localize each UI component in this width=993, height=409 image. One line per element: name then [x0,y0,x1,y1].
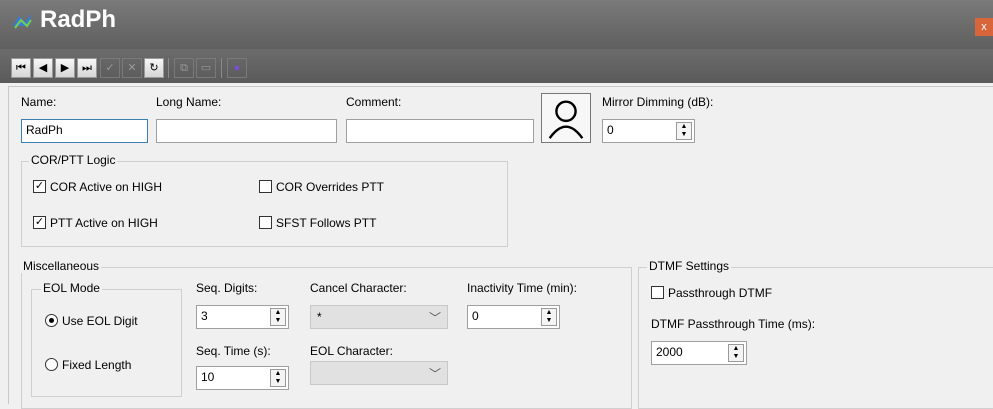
spinner-arrows-icon[interactable]: ▲ ▼ [270,369,286,387]
first-record-button[interactable]: ⏮ [11,58,31,78]
use-eol-digit-label: Use EOL Digit [62,314,138,328]
copy-button[interactable]: ⧉ [174,58,194,78]
prev-record-button[interactable]: ◀ [33,58,53,78]
cancel-edit-button[interactable]: ✕ [122,58,142,78]
close-button[interactable]: x [975,18,993,36]
spinner-arrows-icon[interactable]: ▲ ▼ [270,308,286,326]
comment-label: Comment: [346,95,402,109]
name-input[interactable]: RadPh [21,119,148,143]
check-icon: ✓ [105,62,115,74]
last-record-button[interactable]: ⏭ [77,58,97,78]
spinner-arrows-icon[interactable]: ▲ ▼ [676,122,692,140]
next-record-icon: ▶ [60,62,70,74]
cor-active-high-label: COR Active on HIGH [50,180,163,194]
paste-icon: ▭ [200,62,212,74]
dtmf-passthrough-time-label: DTMF Passthrough Time (ms): [651,317,816,331]
cancel-char-value: * [317,310,322,324]
inactivity-time-value: 0 [472,309,479,323]
passthrough-dtmf-checkbox[interactable] [651,286,664,299]
seq-time-value: 10 [201,370,215,384]
misc-group-title: Miscellaneous [21,259,102,273]
cor-ptt-group [21,161,508,247]
passthrough-dtmf-label: Passthrough DTMF [668,286,773,300]
avatar[interactable] [541,93,591,143]
toolbar-separator [168,58,169,78]
spinner-arrows-icon[interactable]: ▲ ▼ [541,308,557,326]
cor-overrides-ptt-label: COR Overrides PTT [276,180,385,194]
use-eol-digit-radio[interactable] [45,314,58,327]
ptt-active-high-label: PTT Active on HIGH [50,216,158,230]
dtmf-passthrough-time-stepper[interactable]: 2000 ▲ ▼ [651,341,747,365]
eol-char-label: EOL Character: [310,344,393,358]
accept-button[interactable]: ✓ [100,58,120,78]
cor-ptt-group-title: COR/PTT Logic [29,153,118,167]
app-logo-icon [13,14,32,29]
dtmf-group-title: DTMF Settings [647,259,732,273]
long-name-label: Long Name: [156,95,222,109]
window-title: RadPh [40,6,117,33]
cor-overrides-ptt-checkbox[interactable] [259,180,272,193]
prev-record-icon: ◀ [38,62,48,74]
cor-active-high-checkbox[interactable]: ✓ [33,180,46,193]
seq-digits-stepper[interactable]: 3 ▲ ▼ [196,305,289,329]
mirror-dimming-value: 0 [607,123,614,137]
seq-time-label: Seq. Time (s): [196,344,271,358]
eol-mode-group-title: EOL Mode [41,281,102,295]
seq-digits-value: 3 [201,309,208,323]
copy-icon: ⧉ [180,62,188,74]
chevron-down-icon: ﹀ [428,367,441,381]
inactivity-time-stepper[interactable]: 0 ▲ ▼ [467,305,560,329]
long-name-input[interactable] [156,119,337,143]
paste-button[interactable]: ▭ [196,58,216,78]
refresh-button[interactable]: ↻ [144,58,164,78]
globe-button[interactable]: ● [227,58,247,78]
seq-digits-label: Seq. Digits: [196,281,258,295]
comment-input[interactable] [346,119,534,143]
ptt-active-high-checkbox[interactable]: ✓ [33,216,46,229]
refresh-icon: ↻ [149,62,159,74]
chevron-down-icon: ﹀ [428,311,441,325]
next-record-button[interactable]: ▶ [55,58,75,78]
mirror-dimming-stepper[interactable]: 0 ▲ ▼ [602,119,695,143]
first-record-icon: ⏮ [16,62,26,74]
dtmf-passthrough-time-value: 2000 [656,345,683,359]
cancel-char-label: Cancel Character: [310,281,407,295]
person-icon [548,100,584,139]
globe-icon: ● [233,62,241,74]
fixed-length-label: Fixed Length [62,358,132,372]
toolbar-separator [221,58,222,78]
mirror-dimming-label: Mirror Dimming (dB): [602,95,714,109]
eol-mode-group [31,289,182,397]
cancel-char-select[interactable]: * ﹀ [310,305,448,329]
fixed-length-radio[interactable] [45,358,58,371]
sfst-follows-ptt-label: SFST Follows PTT [276,216,377,230]
last-record-icon: ⏭ [82,62,92,74]
seq-time-stepper[interactable]: 10 ▲ ▼ [196,366,289,390]
sfst-follows-ptt-checkbox[interactable] [259,216,272,229]
eol-char-select[interactable]: ﹀ [310,361,448,385]
title-bar: RadPh x [0,0,993,49]
name-label: Name: [21,95,57,109]
spinner-arrows-icon[interactable]: ▲ ▼ [728,344,744,362]
cancel-icon: ✕ [127,62,137,74]
inactivity-time-label: Inactivity Time (min): [467,281,578,295]
